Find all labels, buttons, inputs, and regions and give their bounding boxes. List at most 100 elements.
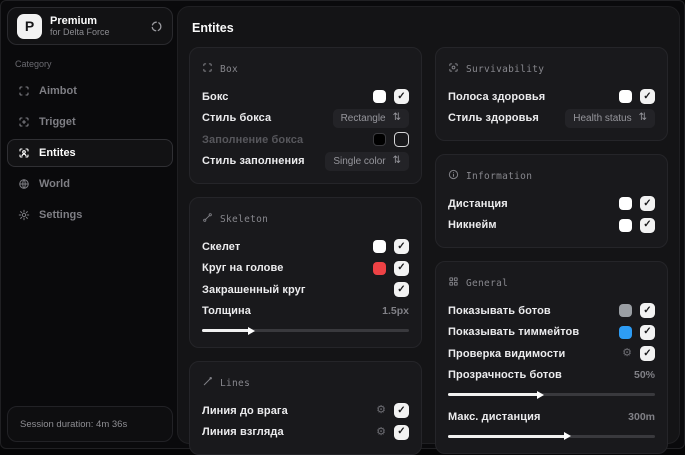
category-label: Category (15, 59, 52, 69)
gear-icon[interactable]: ⚙ (622, 348, 632, 359)
checkbox[interactable]: ✓ (394, 282, 409, 298)
gear-icon[interactable]: ⚙ (376, 405, 386, 416)
setting-row-box-fill: Заполнение бокса ✓ (202, 129, 409, 151)
color-swatch[interactable] (619, 325, 632, 339)
setting-label: Бокс (202, 90, 229, 103)
checkbox[interactable]: ✓ (394, 239, 409, 255)
setting-label: Линия взгляда (202, 426, 284, 439)
setting-label: Закрашенный круг (202, 283, 306, 296)
line-icon (202, 374, 213, 392)
group-survivability: Survivability Полоса здоровья ✓ Стиль зд… (435, 47, 668, 141)
checkbox[interactable]: ✓ (640, 303, 655, 319)
slider-thumb[interactable] (247, 326, 255, 335)
setting-row-fill-style: Стиль заполнения Single color ⇅ (202, 151, 409, 173)
check-icon: ✓ (397, 404, 406, 416)
color-swatch[interactable] (619, 90, 632, 104)
color-swatch[interactable] (373, 240, 386, 254)
dropdown-value: Single color (333, 155, 386, 167)
info-icon (448, 167, 459, 185)
slider-value: 1.5px (382, 305, 409, 318)
sidebar-item-label: Entites (39, 147, 76, 159)
color-swatch[interactable] (373, 90, 386, 104)
setting-label: Круг на голове (202, 262, 284, 275)
max-distance-slider[interactable] (448, 432, 655, 440)
checkbox[interactable]: ✓ (640, 217, 655, 233)
checkbox[interactable]: ✓ (640, 196, 655, 212)
setting-label: Стиль заполнения (202, 155, 305, 168)
sidebar-item-aimbot[interactable]: Aimbot (7, 77, 173, 105)
refresh-icon[interactable] (150, 20, 163, 33)
group-survivability-header: Survivability (448, 60, 655, 78)
check-icon: ✓ (643, 304, 652, 316)
columns: Box Бокс ✓ Стиль бокса Rectangle ⇅ Запол… (189, 47, 668, 455)
group-information-header: Information (448, 167, 655, 185)
setting-label: Показывать ботов (448, 304, 551, 317)
setting-row-box-style: Стиль бокса Rectangle ⇅ (202, 108, 409, 130)
sidebar-item-world[interactable]: World (7, 170, 173, 198)
sidebar-item-label: Trigget (39, 116, 76, 128)
color-swatch[interactable] (373, 261, 386, 275)
checkbox[interactable]: ✓ (640, 346, 655, 362)
checkbox[interactable]: ✓ (394, 403, 409, 419)
bot-opacity-slider[interactable] (448, 390, 655, 399)
target-plus-icon (18, 116, 30, 128)
box-style-dropdown[interactable]: Rectangle ⇅ (332, 108, 409, 128)
gear-icon[interactable]: ⚙ (376, 426, 386, 438)
checkbox[interactable]: ✓ (640, 89, 655, 105)
setting-row-filled-circle: Закрашенный круг ✓ (202, 279, 409, 301)
setting-label: Макс. дистанция (448, 410, 541, 423)
thickness-slider[interactable] (202, 326, 409, 335)
scan-icon (202, 60, 213, 78)
checkbox[interactable]: ✓ (640, 324, 655, 340)
setting-label: Дистанция (448, 197, 508, 210)
setting-row-box: Бокс ✓ (202, 86, 409, 108)
brand-subtitle: for Delta Force (50, 27, 110, 38)
entity-scan-icon (18, 147, 30, 159)
health-style-dropdown[interactable]: Health status ⇅ (565, 108, 655, 128)
setting-row-show-bots: Показывать ботов ✓ (448, 300, 655, 322)
checkbox[interactable]: ✓ (394, 260, 409, 276)
color-swatch[interactable] (619, 304, 632, 318)
slider-thumb[interactable] (563, 432, 571, 440)
color-swatch[interactable] (373, 133, 386, 147)
setting-label: Проверка видимости (448, 347, 566, 360)
dropdown-value: Health status (573, 112, 632, 124)
setting-label: Толщина (202, 305, 251, 318)
group-lines: Lines Линия до врага ⚙ ✓ Линия взгляда ⚙ (189, 361, 422, 455)
main-panel: Entites Box Бокс ✓ Стиль бокса Rectangle… (177, 6, 680, 455)
sidebar-item-settings[interactable]: Settings (7, 201, 173, 229)
check-icon: ✓ (643, 197, 652, 209)
color-swatch[interactable] (619, 197, 632, 211)
setting-label: Показывать тиммейтов (448, 326, 580, 339)
fill-style-dropdown[interactable]: Single color ⇅ (325, 151, 409, 171)
color-swatch[interactable] (619, 218, 632, 232)
checkbox[interactable]: ✓ (394, 424, 409, 440)
check-icon: ✓ (643, 90, 652, 102)
check-icon: ✓ (643, 326, 652, 338)
setting-label: Стиль бокса (202, 112, 272, 125)
check-icon: ✓ (643, 219, 652, 231)
setting-label: Скелет (202, 240, 241, 253)
setting-row-show-teammates: Показывать тиммейтов ✓ (448, 322, 655, 344)
check-icon: ✓ (397, 262, 406, 274)
slider-thumb[interactable] (537, 390, 545, 399)
checkbox[interactable]: ✓ (394, 132, 409, 148)
chevron-updown-icon: ⇅ (638, 112, 647, 124)
group-title: Skeleton (220, 213, 269, 225)
slider-value: 50% (633, 369, 655, 382)
setting-row-enemy-line: Линия до врага ⚙ ✓ (202, 400, 409, 422)
chevron-updown-icon: ⇅ (392, 155, 401, 167)
checkbox[interactable]: ✓ (394, 89, 409, 105)
session-duration-text: Session duration: 4m 36s (20, 418, 128, 430)
setting-row-skeleton: Скелет ✓ (202, 236, 409, 258)
check-icon: ✓ (397, 240, 406, 252)
bone-icon (202, 210, 213, 228)
setting-row-max-distance: Макс. дистанция 300m (448, 406, 655, 428)
sidebar-item-trigget[interactable]: Trigget (7, 108, 173, 136)
setting-row-bot-opacity: Прозрачность ботов 50% (448, 365, 655, 387)
setting-label: Никнейм (448, 219, 497, 232)
session-duration: Session duration: 4m 36s (7, 406, 173, 442)
check-icon: ✓ (397, 283, 406, 295)
sidebar-item-entites[interactable]: Entites (7, 139, 173, 167)
group-general-header: General (448, 274, 655, 292)
